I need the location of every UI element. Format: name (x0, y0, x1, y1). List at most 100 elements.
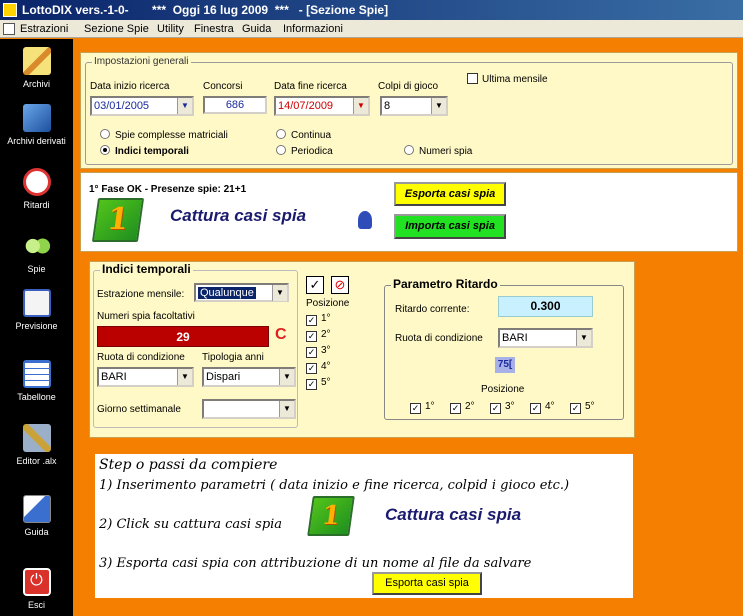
steps-panel: Step o passi da compiere 1) Inserimento … (95, 454, 633, 598)
ritardo-badge: 75[ (495, 357, 515, 373)
exit-icon: ⏻ (22, 568, 51, 596)
colpi-label: Colpi di gioco (378, 81, 439, 92)
chevron-down-icon[interactable]: ▼ (279, 369, 294, 385)
cattura-casi-spia-label[interactable]: Cattura casi spia (170, 206, 306, 226)
check-all-button[interactable]: ✓ (306, 276, 324, 294)
numeri-spia-label: Numeri spia facoltativi (97, 311, 195, 322)
book-icon (22, 495, 51, 523)
sidebar-item-spie[interactable]: Spie (0, 232, 73, 274)
menu-sezione-spie[interactable]: Sezione Spie (84, 20, 149, 38)
ritardo-pos-4[interactable]: ✓ 4° (530, 401, 555, 414)
data-fine-combo[interactable]: 14/07/2009 ▼ (274, 96, 370, 116)
concorsi-field[interactable]: 686 (203, 96, 267, 114)
sidebar-item-esci[interactable]: ⏻ Esci (0, 568, 73, 610)
indici-posizione-label: Posizione (306, 298, 350, 309)
calculator-icon (22, 289, 51, 317)
ritardo-ruota-combo[interactable]: BARI ▼ (498, 328, 593, 348)
chevron-down-icon[interactable]: ▼ (177, 369, 192, 385)
importa-casi-spia-button[interactable]: Importa casi spia (394, 214, 506, 239)
ritardo-pos-3[interactable]: ✓ 3° (490, 401, 515, 414)
indici-pos-1[interactable]: ✓ 1° (306, 313, 331, 326)
ritardo-ruota-label: Ruota di condizione (395, 333, 483, 344)
mdi-menu-icon[interactable] (3, 23, 15, 35)
cattura-digit-icon[interactable]: 1 (91, 198, 145, 242)
step-esporta-button[interactable]: Esporta casi spia (372, 572, 482, 595)
radio-periodica[interactable]: Periodica (276, 145, 333, 157)
fase-panel: 1° Fase OK - Presenze spie: 21+1 1 Cattu… (80, 172, 738, 252)
indici-pos-2[interactable]: ✓ 2° (306, 329, 331, 342)
colpi-combo[interactable]: 8 ▼ (380, 96, 448, 116)
menu-estrazioni[interactable]: Estrazioni (20, 20, 68, 38)
sidebar-item-ritardi[interactable]: Ritardi (0, 168, 73, 210)
tipologia-anni-label: Tipologia anni (202, 352, 264, 363)
ritardo-corrente-label: Ritardo corrente: (395, 304, 470, 315)
sidebar-item-guida[interactable]: Guida (0, 495, 73, 537)
ritardo-posizione-label: Posizione (481, 384, 525, 395)
impostazioni-title: Impostazioni generali (92, 56, 191, 67)
sidebar-item-tabellone[interactable]: Tabellone (0, 360, 73, 402)
giorno-settimanale-combo[interactable]: ▼ (202, 399, 296, 419)
tools-icon (22, 424, 51, 452)
indici-pos-3[interactable]: ✓ 3° (306, 345, 331, 358)
menu-bar: Estrazioni Sezione Spie Utility Finestra… (0, 20, 743, 38)
chevron-down-icon[interactable]: ▼ (353, 98, 368, 114)
step-cattura-label: Cattura casi spia (385, 505, 522, 524)
ruota-condizione-label: Ruota di condizione (97, 352, 185, 363)
menu-informazioni[interactable]: Informazioni (283, 20, 343, 38)
chevron-down-icon[interactable]: ▼ (272, 285, 287, 301)
sidebar-item-archivi-derivati[interactable]: Archivi derivati (0, 104, 73, 146)
clear-all-button[interactable]: ⊘ (331, 276, 349, 294)
impostazioni-group: Impostazioni generali Data inizio ricerc… (85, 56, 733, 165)
ritardo-pos-2[interactable]: ✓ 2° (450, 401, 475, 414)
sidebar-item-editor-alx[interactable]: Editor .alx (0, 424, 73, 466)
sidebar-item-previsione[interactable]: Previsione (0, 289, 73, 331)
table-icon (22, 360, 51, 388)
concorsi-label: Concorsi (203, 81, 243, 92)
step-1: 1) Inserimento parametri ( data inizio e… (99, 478, 570, 493)
step-cattura-digit-icon: 1 (307, 496, 355, 536)
menu-finestra[interactable]: Finestra (194, 20, 234, 38)
menu-guida[interactable]: Guida (242, 20, 271, 38)
indici-pos-4[interactable]: ✓ 4° (306, 361, 331, 374)
chevron-down-icon[interactable]: ▼ (279, 401, 294, 417)
indici-title: Indici temporali (100, 262, 193, 276)
chevron-down-icon[interactable]: ▼ (177, 98, 192, 114)
radio-numeri-spia[interactable]: Numeri spia (404, 145, 472, 157)
ritardo-title: Parametro Ritardo (391, 277, 500, 291)
radio-spie-complesse[interactable]: Spie complesse matriciali (100, 129, 228, 141)
ritardo-pos-1[interactable]: ✓ 1° (410, 401, 435, 414)
stamp-icon[interactable] (358, 211, 372, 229)
step-2: 2) Click su cattura casi spia (99, 517, 283, 532)
books-icon (22, 104, 51, 132)
fase-status: 1° Fase OK - Presenze spie: 21+1 (89, 184, 247, 195)
chevron-down-icon[interactable]: ▼ (431, 98, 446, 114)
c-button[interactable]: C (275, 326, 287, 344)
binoculars-icon (22, 232, 51, 260)
steps-title: Step o passi da compiere (99, 457, 278, 473)
ritardo-pos-5[interactable]: ✓ 5° (570, 401, 595, 414)
app-icon (3, 3, 17, 17)
radio-indici-temporali[interactable]: Indici temporali (100, 145, 189, 157)
estrazione-mensile-combo[interactable]: Qualunque ▼ (194, 283, 289, 302)
checkbox-icon (467, 73, 478, 84)
menu-utility[interactable]: Utility (157, 20, 184, 38)
radio-continua[interactable]: Continua (276, 129, 331, 141)
giorno-settimanale-label: Giorno settimanale (97, 404, 181, 415)
numeri-spia-field[interactable]: 29 (97, 326, 269, 347)
ruota-condizione-combo[interactable]: BARI ▼ (97, 367, 194, 387)
step-3: 3) Esporta casi spia con attribuzione di… (99, 556, 532, 571)
indici-panel: Indici temporali Estrazione mensile: Qua… (89, 261, 635, 438)
chevron-down-icon[interactable]: ▼ (576, 330, 591, 346)
esporta-casi-spia-button[interactable]: Esporta casi spia (394, 182, 506, 206)
sidebar-item-archivi[interactable]: Archivi (0, 47, 73, 89)
ultima-mensile-checkbox[interactable]: Ultima mensile (467, 73, 548, 85)
data-inizio-combo[interactable]: 03/01/2005 ▼ (90, 96, 194, 116)
title-bar: LottoDIX vers.-1-0- *** Oggi 16 lug 2009… (0, 0, 743, 20)
data-inizio-label: Data inizio ricerca (90, 81, 170, 92)
pencil-icon (22, 47, 51, 75)
ritardo-corrente-field[interactable]: 0.300 (498, 296, 593, 317)
tipologia-anni-combo[interactable]: Dispari ▼ (202, 367, 296, 387)
impostazioni-panel: Impostazioni generali Data inizio ricerc… (80, 52, 738, 169)
clock-icon (22, 168, 51, 196)
indici-pos-5[interactable]: ✓ 5° (306, 377, 331, 390)
